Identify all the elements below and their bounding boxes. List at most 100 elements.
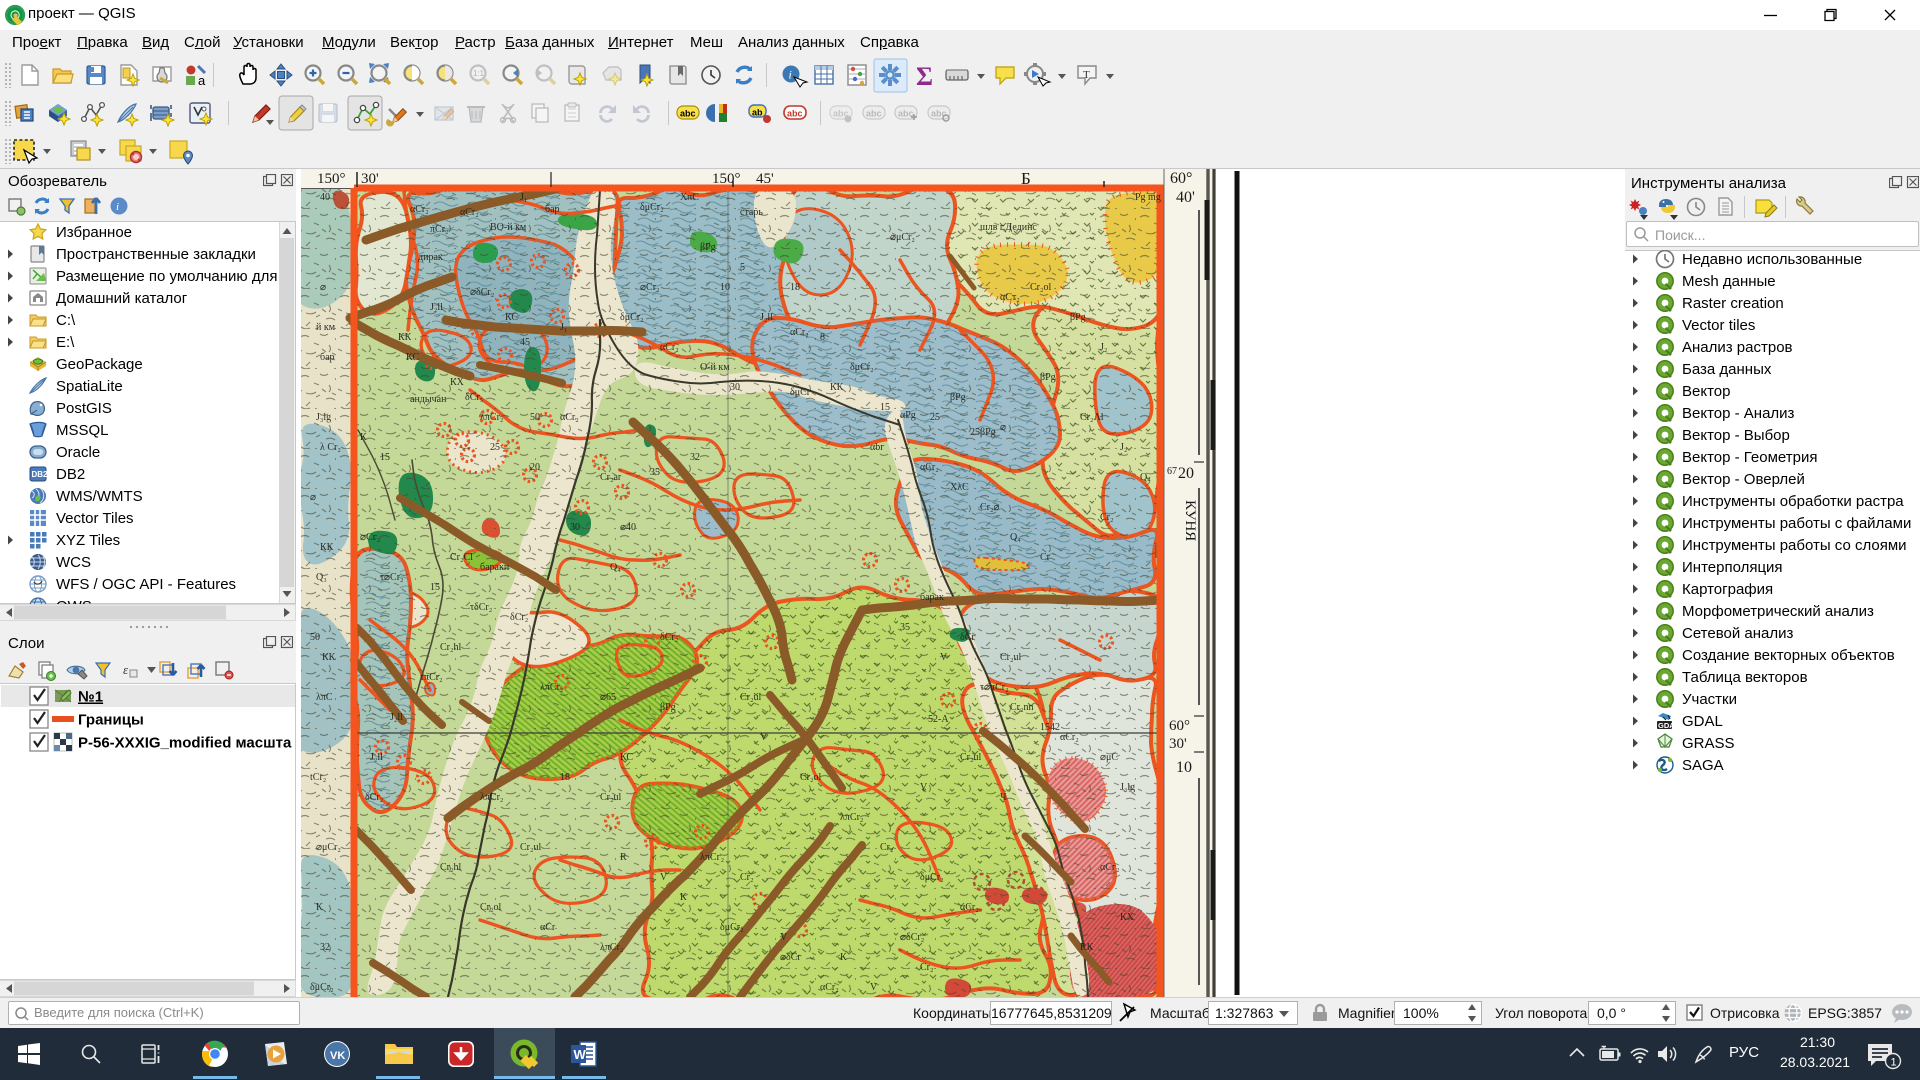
svg-text:О-й км: О-й км	[700, 362, 730, 373]
svg-text:40: 40	[320, 192, 330, 203]
svg-text:αCr: αCr	[540, 922, 556, 933]
svg-text:КК: КК	[830, 382, 844, 393]
svg-text:τπCr₂: τπCr₂	[420, 672, 443, 683]
svg-text:abc: abc	[787, 109, 803, 119]
svg-text:⌀65: ⌀65	[600, 692, 616, 703]
svg-text:ΧλC: ΧλC	[950, 482, 969, 493]
svg-text:бар: бар	[545, 204, 560, 215]
svg-text:Интерполяция: Интерполяция	[1682, 559, 1783, 576]
svg-text:Вектор - Выбор: Вектор - Выбор	[1682, 427, 1790, 444]
svg-text:КУНЯ: КУНЯ	[1182, 500, 1198, 541]
svg-text:Границы: Границы	[78, 712, 144, 729]
svg-text:52-А: 52-А	[928, 714, 949, 725]
svg-text:К: К	[680, 892, 687, 903]
svg-text:15: 15	[380, 452, 390, 463]
svg-text:Избранное: Избранное	[56, 224, 132, 241]
svg-text:RК: RК	[1080, 942, 1094, 953]
svg-text:λ Cr₂: λ Cr₂	[320, 442, 341, 453]
svg-text:Участки: Участки	[1682, 691, 1737, 708]
svg-text:βPg: βPg	[1070, 312, 1086, 323]
svg-text:XYZ Tiles: XYZ Tiles	[56, 532, 120, 549]
svg-text:шлв г.Дединс: шлв г.Дединс	[980, 222, 1037, 233]
svg-text:8: 8	[820, 332, 825, 343]
svg-text:Q₄: Q₄	[1140, 472, 1151, 483]
svg-text:Σ: Σ	[916, 62, 933, 91]
svg-text:Q₄: Q₄	[610, 562, 621, 573]
svg-text:й км: й км	[316, 322, 336, 333]
svg-text:1542: 1542	[1040, 722, 1060, 733]
svg-text:Вектор: Вектор	[1682, 383, 1730, 400]
svg-text:⌀δCr₂: ⌀δCr₂	[470, 287, 494, 298]
svg-text:DB2: DB2	[32, 470, 49, 479]
svg-text:Cr₂Cl: Cr₂Cl	[450, 552, 473, 563]
svg-text:λπC: λπC	[316, 692, 333, 703]
svg-text:J₂ll: J₂ll	[370, 752, 383, 763]
svg-text:⌀: ⌀	[310, 492, 316, 503]
svg-text:35: 35	[900, 622, 910, 633]
svg-text:τ⌀πCr₂: τ⌀πCr₂	[980, 682, 1009, 693]
svg-text:КХ: КХ	[450, 377, 465, 388]
svg-text:αCr₂: αCr₂	[960, 902, 979, 913]
svg-text:Вектор - Геометрия: Вектор - Геометрия	[1682, 449, 1817, 466]
svg-text:Cr₂: Cr₂	[740, 872, 754, 883]
svg-text:КС: КС	[406, 352, 419, 363]
svg-text:αCr₂: αCr₂	[820, 982, 839, 993]
svg-text:αCr₂: αCr₂	[790, 327, 809, 338]
svg-text:32: 32	[320, 942, 330, 953]
svg-text:20: 20	[1178, 465, 1194, 482]
svg-text:бараки: бараки	[480, 562, 510, 573]
svg-text:25βPg: 25βPg	[970, 427, 996, 438]
svg-text:βPg: βPg	[660, 702, 676, 713]
svg-text:КХ: КХ	[1120, 912, 1135, 923]
svg-text:i: i	[116, 201, 119, 213]
svg-text:Cr: Cr	[1040, 552, 1051, 563]
svg-text:δCr₂: δCr₂	[660, 632, 678, 643]
svg-text:60°: 60°	[1169, 718, 1190, 734]
svg-text:MSSQL: MSSQL	[56, 422, 109, 439]
svg-text:КС: КС	[505, 312, 518, 323]
svg-text:Cr₂nn: Cr₂nn	[1010, 702, 1034, 713]
svg-text:18: 18	[790, 282, 800, 293]
svg-text:δCr₂: δCr₂	[510, 612, 528, 623]
svg-text:Cr₂ul: Cr₂ul	[960, 752, 981, 763]
svg-text:Вектор - Оверлей: Вектор - Оверлей	[1682, 471, 1805, 488]
svg-text:αCr₂: αCr₂	[660, 342, 679, 353]
svg-text:Cr₂ol: Cr₂ol	[480, 902, 501, 913]
svg-text:WFS / OGC API - Features: WFS / OGC API - Features	[56, 576, 236, 593]
svg-text:40': 40'	[1176, 189, 1195, 206]
svg-text:Ч: Ч	[1000, 792, 1007, 803]
svg-text:ΧπC: ΧπC	[680, 192, 699, 203]
svg-text:Домашний каталог: Домашний каталог	[56, 290, 188, 307]
svg-text:δCr₂: δCr₂	[365, 792, 383, 803]
svg-text:Размещение по умолчанию для: Размещение по умолчанию для	[56, 268, 277, 285]
svg-text:V: V	[760, 732, 768, 743]
svg-text:15: 15	[880, 402, 890, 413]
svg-text:R: R	[620, 852, 627, 863]
svg-text:Б: Б	[1021, 169, 1031, 188]
svg-text:КК: КК	[320, 542, 334, 553]
svg-text:πCr₂: πCr₂	[430, 224, 449, 235]
svg-text:Cr₂ul: Cr₂ul	[1000, 652, 1021, 663]
svg-text:35: 35	[650, 467, 660, 478]
svg-text:10: 10	[720, 282, 730, 293]
svg-text:⌀μC: ⌀μC	[1100, 752, 1118, 763]
svg-text:λπCr₂: λπCr₂	[480, 412, 503, 423]
svg-text:32: 32	[690, 452, 700, 463]
svg-text:αbг: αbг	[870, 442, 884, 453]
svg-text:WMS/WMTS: WMS/WMTS	[56, 488, 143, 505]
svg-text:λπCr₂: λπCr₂	[600, 942, 623, 953]
svg-text:δμCr₂: δμCr₂	[850, 362, 874, 373]
svg-text:Вектор - Анализ: Вектор - Анализ	[1682, 405, 1795, 422]
svg-text:J₃lg: J₃lg	[316, 412, 331, 423]
svg-text:Инструменты работы со слоями: Инструменты работы со слоями	[1682, 537, 1907, 554]
svg-text:J₂ll: J₂ll	[760, 312, 773, 323]
svg-text:Морфометрический анализ: Морфометрический анализ	[1682, 603, 1874, 620]
svg-text:λπCг₂: λπCг₂	[700, 852, 724, 863]
svg-text:T: T	[1083, 69, 1090, 81]
svg-text:a: a	[198, 73, 206, 88]
svg-text:WCS: WCS	[56, 554, 91, 571]
svg-text:60°: 60°	[1170, 170, 1192, 187]
svg-text:VK: VK	[330, 1050, 345, 1062]
svg-text:Cr₂ol: Cr₂ol	[1030, 282, 1051, 293]
svg-text:25: 25	[930, 412, 940, 423]
